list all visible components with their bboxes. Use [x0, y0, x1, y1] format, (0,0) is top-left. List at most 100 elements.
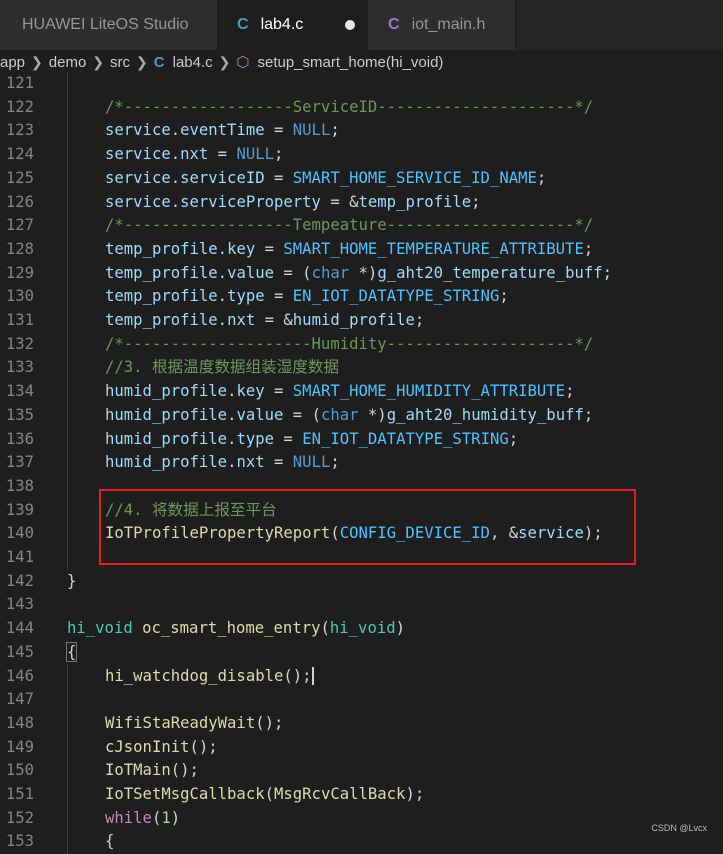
code-token: }: [67, 571, 77, 590]
code-line[interactable]: 150 IoTMain();: [0, 759, 723, 783]
line-number: 147: [5, 690, 34, 709]
c-file-icon: C: [237, 16, 249, 33]
code-line[interactable]: 127 /*------------------Tempeature-------…: [0, 214, 723, 238]
code-line[interactable]: 121: [0, 72, 723, 96]
code-token: serviceProperty: [180, 192, 321, 211]
code-token: hi_void: [67, 619, 133, 638]
code-token: eventTime: [180, 121, 265, 140]
line-number: 129: [5, 263, 34, 282]
code-text: /*------------------ServiceID-----------…: [105, 96, 593, 120]
code-editor[interactable]: 121 122 /*------------------ServiceID-----…: [0, 72, 723, 854]
code-token: =: [255, 239, 284, 258]
code-token: *): [349, 263, 378, 282]
breadcrumb-item-app[interactable]: app: [0, 54, 25, 71]
code-text: humid_profile.value = (char *)g_aht20_hu…: [105, 404, 593, 428]
code-token: ;: [565, 382, 575, 401]
code-line[interactable]: 148 WifiStaReadyWait();: [0, 711, 723, 736]
code-line[interactable]: 144 hi_void oc_smart_home_entry(hi_void): [0, 617, 723, 641]
code-line[interactable]: 128 temp_profile.key = SMART_HOME_TEMPERA…: [0, 237, 723, 262]
chevron-right-icon: ❯: [136, 53, 148, 70]
code-line[interactable]: 153 {: [0, 830, 723, 854]
indent-guide: [67, 166, 68, 191]
code-line[interactable]: 130 temp_profile.type = EN_IOT_DATATYPE_S…: [0, 285, 723, 309]
code-token: =: [264, 453, 293, 472]
code-line[interactable]: 133 //3. 根据温度数据组装湿度数据: [0, 356, 723, 381]
breadcrumb-item-src[interactable]: src: [110, 54, 130, 71]
code-line[interactable]: 131 temp_profile.nxt = &humid_profile;: [0, 309, 723, 333]
indent-guide: [67, 285, 68, 309]
line-number: 137: [5, 453, 34, 472]
unsaved-dot-icon[interactable]: [345, 20, 356, 30]
code-token: ;: [508, 429, 519, 448]
code-token: ;: [330, 121, 340, 140]
code-line[interactable]: 147: [0, 688, 723, 712]
code-token: service: [105, 145, 171, 164]
code-line[interactable]: 152 while(1): [0, 806, 723, 831]
code-line[interactable]: 123 service.eventTime = NULL;: [0, 119, 723, 144]
code-line[interactable]: 149 cJsonInit();: [0, 735, 723, 760]
code-token: ();: [255, 713, 284, 732]
indent-guide: [67, 356, 68, 381]
code-line[interactable]: 143: [0, 593, 723, 617]
code-text: while(1): [105, 807, 180, 831]
line-number: 133: [5, 358, 34, 377]
code-line[interactable]: 137 humid_profile.nxt = NULL;: [0, 451, 723, 475]
code-text: service.serviceProperty = &temp_profile;: [105, 191, 481, 215]
code-text: /*------------------Tempeature----------…: [105, 214, 593, 238]
code-line[interactable]: 132 /*--------------------Humidity-------…: [0, 332, 723, 357]
code-token: ;: [536, 168, 547, 187]
code-line[interactable]: 142}: [0, 570, 723, 594]
code-line[interactable]: 136 humid_profile.type = EN_IOT_DATATYPE_…: [0, 427, 723, 452]
code-token: service: [105, 192, 171, 211]
code-token: NULL: [236, 145, 275, 164]
code-token: char: [311, 263, 350, 282]
chevron-right-icon: ❯: [92, 53, 105, 70]
indent-guide: [67, 427, 68, 452]
tab-lab4-c[interactable]: C lab4.c: [218, 0, 368, 50]
code-token: ;: [499, 287, 509, 306]
code-text: temp_profile.nxt = &humid_profile;: [105, 309, 424, 333]
tab-label: iot_main.h: [411, 16, 486, 33]
code-token: NULL: [292, 453, 331, 472]
code-line[interactable]: 129 temp_profile.value = (char *)g_aht20_…: [0, 261, 723, 286]
code-line[interactable]: 134 humid_profile.key = SMART_HOME_HUMIDI…: [0, 380, 723, 404]
code-line[interactable]: 125 service.serviceID = SMART_HOME_SERVIC…: [0, 166, 723, 191]
code-line[interactable]: 135 humid_profile.value = (char *)g_aht20…: [0, 403, 723, 428]
code-line[interactable]: 145 {: [0, 641, 723, 665]
tab-huawei-liteos-studio[interactable]: HUAWEI LiteOS Studio: [0, 0, 218, 50]
code-line[interactable]: 151 IoTSetMsgCallback(MsgRcvCallBack);: [0, 783, 723, 807]
code-line[interactable]: 146 hi_watchdog_disable();: [0, 664, 723, 689]
code-token: (: [151, 808, 162, 827]
code-token: service: [105, 121, 171, 140]
code-token: );: [405, 785, 425, 803]
indent-guide: [67, 309, 68, 333]
line-number: 140: [5, 524, 34, 543]
line-number: 124: [5, 145, 34, 164]
code-token: nxt: [227, 311, 256, 329]
code-token: char: [320, 405, 359, 424]
indent-guide: [67, 143, 68, 167]
code-text: humid_profile.nxt = NULL;: [105, 451, 340, 475]
indent-guide: [67, 332, 68, 357]
code-text: humid_profile.type = EN_IOT_DATATYPE_STR…: [105, 428, 518, 452]
code-line[interactable]: 126 service.serviceProperty = &temp_profi…: [0, 190, 723, 215]
line-number: 138: [5, 476, 34, 495]
breadcrumb-item-demo[interactable]: demo: [49, 54, 87, 71]
breadcrumb-item-file[interactable]: lab4.c: [173, 54, 213, 71]
code-token: cJsonInit: [105, 737, 190, 756]
code-token: {: [105, 832, 115, 851]
code-token: {: [65, 641, 78, 662]
code-token: while: [105, 808, 152, 827]
tab-iot-main-h[interactable]: C iot_main.h: [368, 0, 516, 50]
text-cursor: [311, 667, 314, 685]
function-symbol-icon: ⬡: [236, 54, 250, 71]
breadcrumb-item-function[interactable]: setup_smart_home(hi_void): [257, 54, 443, 71]
code-token: SMART_HOME_TEMPERATURE_ATTRIBUTE: [283, 239, 584, 258]
line-number: 146: [5, 666, 34, 685]
indent-guide: [67, 735, 68, 760]
code-line[interactable]: 122 /*------------------ServiceID--------…: [0, 95, 723, 120]
code-line[interactable]: 124 service.nxt = NULL;: [0, 143, 723, 167]
code-token: ;: [602, 263, 613, 282]
code-token: .: [217, 311, 228, 329]
